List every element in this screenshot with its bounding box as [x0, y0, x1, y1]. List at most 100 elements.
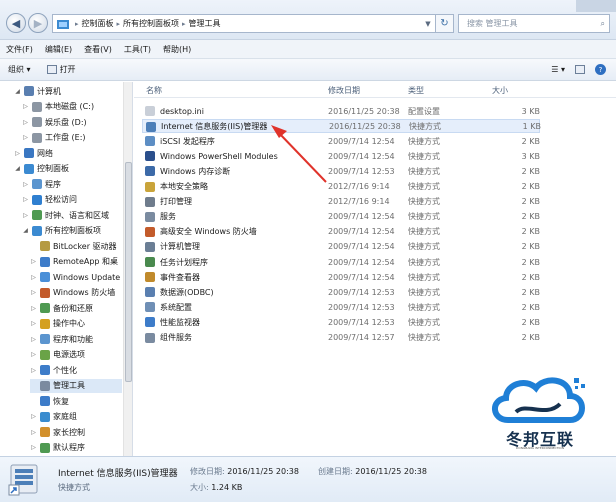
forward-button[interactable]: ▶	[28, 13, 48, 33]
nav-item[interactable]: ▷ RemoteApp 和桌	[30, 255, 122, 269]
collapsed-arrow-icon[interactable]: ▷	[30, 305, 37, 312]
organize-button[interactable]: 组织 ▾	[0, 64, 39, 75]
nav-item[interactable]: ▷ 操作中心	[30, 317, 122, 331]
scrollbar-thumb[interactable]	[125, 162, 132, 382]
collapsed-arrow-icon[interactable]: ▷	[22, 212, 29, 219]
menu-tools[interactable]: 工具(T)	[118, 44, 157, 55]
file-date: 2009/7/14 12:54	[328, 257, 395, 267]
nav-item[interactable]: ◢ 控制面板	[14, 162, 122, 176]
collapsed-arrow-icon[interactable]: ▷	[30, 351, 37, 358]
breadcrumb-item[interactable]: 所有控制面板项	[123, 18, 179, 29]
services-icon	[145, 211, 155, 222]
chevron-down-icon[interactable]: ▼	[421, 20, 435, 28]
preview-pane-icon[interactable]	[575, 65, 585, 74]
expanded-arrow-icon[interactable]: ◢	[14, 88, 21, 95]
nav-item[interactable]: ▷ 家长控制	[30, 425, 122, 439]
file-row[interactable]: 性能监视器 2009/7/14 12:53 快捷方式 2 KB	[142, 315, 540, 329]
collapsed-arrow-icon[interactable]: ▷	[22, 119, 29, 126]
expanded-arrow-icon[interactable]: ◢	[14, 165, 21, 172]
details-modified: 修改日期: 2016/11/25 20:38	[190, 466, 299, 477]
file-row[interactable]: 组件服务 2009/7/14 12:57 快捷方式 2 KB	[142, 331, 540, 345]
breadcrumb-item[interactable]: 管理工具	[189, 18, 221, 29]
details-created-label: 创建日期:	[318, 467, 353, 476]
collapsed-arrow-icon[interactable]: ▷	[30, 320, 37, 327]
collapsed-arrow-icon[interactable]: ▷	[30, 429, 37, 436]
file-row[interactable]: 本地安全策略 2012/7/16 9:14 快捷方式 2 KB	[142, 180, 540, 194]
file-row[interactable]: Windows PowerShell Modules 2009/7/14 12:5…	[142, 149, 540, 163]
back-button[interactable]: ◀	[6, 13, 26, 33]
menu-help[interactable]: 帮助(H)	[157, 44, 197, 55]
nav-item[interactable]: ▷ 时钟、语言和区域	[22, 208, 122, 222]
file-name: desktop.ini	[160, 106, 204, 116]
window-controls[interactable]	[576, 0, 616, 12]
nav-item[interactable]: ▷ 电源选项	[30, 348, 122, 362]
column-type[interactable]: 类型	[408, 85, 424, 96]
file-row[interactable]: desktop.ini 2016/11/25 20:38 配置设置 3 KB	[142, 104, 540, 118]
nav-item[interactable]: ◢ 计算机	[14, 84, 122, 98]
nav-item[interactable]: BitLocker 驱动器	[30, 239, 122, 253]
file-row[interactable]: 打印管理 2012/7/16 9:14 快捷方式 2 KB	[142, 195, 540, 209]
column-date[interactable]: 修改日期	[328, 85, 360, 96]
nav-item[interactable]: 恢复	[30, 394, 122, 408]
file-type: 快捷方式	[408, 227, 440, 237]
file-row[interactable]: 任务计划程序 2009/7/14 12:54 快捷方式 2 KB	[142, 255, 540, 269]
collapsed-arrow-icon[interactable]: ▷	[22, 196, 29, 203]
collapsed-arrow-icon[interactable]: ▷	[30, 413, 37, 420]
collapsed-arrow-icon[interactable]: ▷	[22, 181, 29, 188]
nav-item[interactable]: ▷ 个性化	[30, 363, 122, 377]
collapsed-arrow-icon[interactable]: ▷	[30, 274, 37, 281]
column-name[interactable]: 名称	[146, 85, 162, 96]
collapsed-arrow-icon[interactable]: ▷	[22, 134, 29, 141]
nav-item[interactable]: ▷ Windows 防火墙	[30, 286, 122, 300]
file-row[interactable]: 计算机管理 2009/7/14 12:54 快捷方式 2 KB	[142, 240, 540, 254]
open-button[interactable]: 打开	[39, 64, 84, 75]
nav-item[interactable]: ▷ 程序和功能	[30, 332, 122, 346]
nav-item[interactable]: ▷ 默认程序	[30, 441, 122, 455]
nav-item[interactable]: ▷ 备份和还原	[30, 301, 122, 315]
nav-item[interactable]: ▷ 程序	[22, 177, 122, 191]
menu-file[interactable]: 文件(F)	[0, 44, 39, 55]
menu-edit[interactable]: 编辑(E)	[39, 44, 78, 55]
nav-item[interactable]: ▷ 轻松访问	[22, 193, 122, 207]
nav-item[interactable]: ▷ 本地磁盘 (C:)	[22, 100, 122, 114]
nav-item-label: 所有控制面板项	[45, 226, 101, 235]
expanded-arrow-icon[interactable]: ◢	[22, 227, 29, 234]
search-icon[interactable]: ⌕	[601, 19, 605, 29]
file-row[interactable]: 高级安全 Windows 防火墙 2009/7/14 12:54 快捷方式 2 KB	[142, 225, 540, 239]
file-name: 服务	[160, 212, 176, 222]
file-row[interactable]: Windows 内存诊断 2009/7/14 12:53 快捷方式 2 KB	[142, 164, 540, 178]
refresh-button[interactable]: ↻	[436, 14, 454, 33]
file-row[interactable]: 事件查看器 2009/7/14 12:54 快捷方式 2 KB	[142, 270, 540, 284]
nav-scrollbar[interactable]	[123, 82, 132, 456]
menu-view[interactable]: 查看(V)	[78, 44, 118, 55]
collapsed-arrow-icon[interactable]: ▷	[30, 289, 37, 296]
search-input[interactable]: 搜索 管理工具 ⌕	[458, 14, 610, 33]
breadcrumb-item[interactable]: 控制面板	[82, 18, 114, 29]
nav-item[interactable]: ▷ 工作盘 (E:)	[22, 131, 122, 145]
nav-item[interactable]: ◢ 所有控制面板项	[22, 224, 122, 238]
nav-item[interactable]: ▷ 家庭组	[30, 410, 122, 424]
collapsed-arrow-icon[interactable]: ▷	[30, 336, 37, 343]
collapsed-arrow-icon[interactable]: ▷	[22, 103, 29, 110]
address-input[interactable]: ▸ 控制面板 ▸ 所有控制面板项 ▸ 管理工具 ▼	[52, 14, 436, 33]
file-row[interactable]: 数据源(ODBC) 2009/7/14 12:53 快捷方式 2 KB	[142, 285, 540, 299]
ini-file-icon	[145, 106, 155, 116]
nav-item[interactable]: ▷ Windows Update	[30, 270, 122, 284]
nav-item[interactable]: ▷ 娱乐盘 (D:)	[22, 115, 122, 129]
collapsed-arrow-icon[interactable]: ▷	[30, 444, 37, 451]
nav-item[interactable]: ▷ 网络	[14, 146, 122, 160]
file-type: 快捷方式	[408, 287, 440, 297]
file-date: 2009/7/14 12:53	[328, 302, 395, 312]
file-row[interactable]: 服务 2009/7/14 12:54 快捷方式 2 KB	[142, 210, 540, 224]
file-row[interactable]: 系统配置 2009/7/14 12:53 快捷方式 2 KB	[142, 300, 540, 314]
file-row[interactable]: Internet 信息服务(IIS)管理器 2016/11/25 20:38 快捷方…	[142, 119, 541, 134]
nav-item[interactable]: 管理工具	[30, 378, 122, 393]
file-name: 性能监视器	[160, 317, 200, 327]
help-icon[interactable]: ?	[595, 64, 606, 75]
column-size[interactable]: 大小	[492, 85, 508, 96]
view-options-icon[interactable]: ☰ ▾	[551, 65, 565, 74]
collapsed-arrow-icon[interactable]: ▷	[30, 367, 37, 374]
collapsed-arrow-icon[interactable]: ▷	[30, 258, 37, 265]
file-row[interactable]: iSCSI 发起程序 2009/7/14 12:54 快捷方式 2 KB	[142, 134, 540, 148]
collapsed-arrow-icon[interactable]: ▷	[14, 150, 21, 157]
